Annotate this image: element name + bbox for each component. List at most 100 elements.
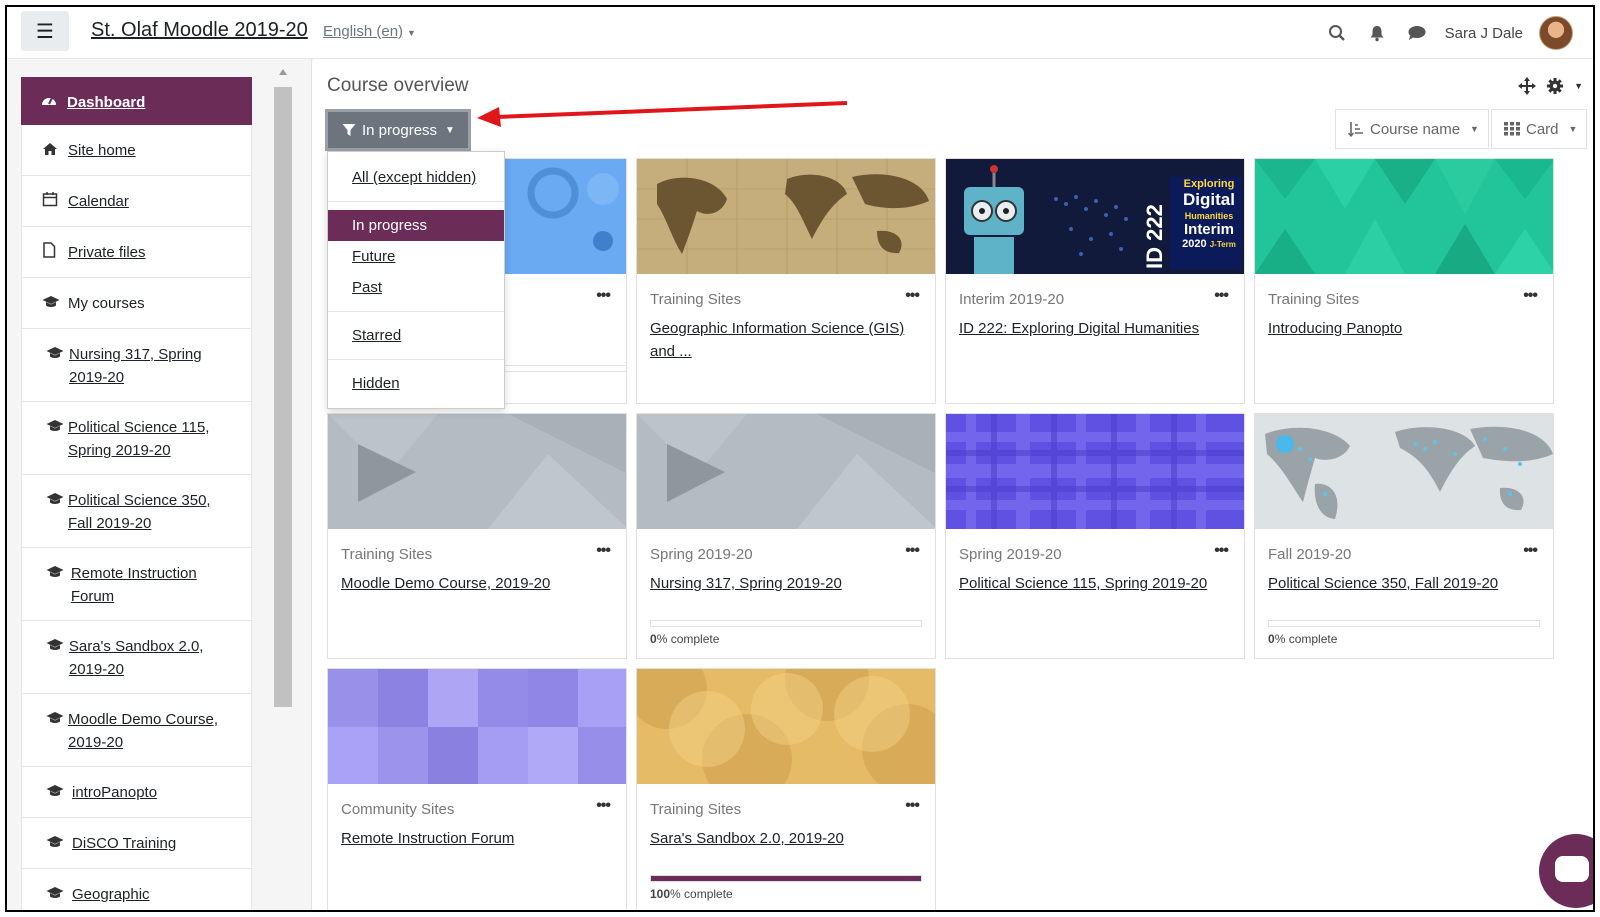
progress-percent: 0	[1268, 632, 1275, 646]
sidebar-scrollbar[interactable]	[273, 69, 293, 910]
course-category: Spring 2019-20	[959, 546, 1062, 563]
course-image	[328, 669, 626, 784]
graduation-cap-icon	[46, 416, 64, 440]
sort-button[interactable]: Course name ▼	[1335, 109, 1489, 149]
search-icon[interactable]	[1325, 21, 1349, 45]
course-card[interactable]: Training Sites ••• Sara's Sandbox 2.0, 2…	[636, 668, 936, 910]
scrollbar-thumb[interactable]	[274, 87, 292, 707]
sidebar-course-polisci-115[interactable]: Political Science 115, Spring 2019-20	[21, 402, 252, 475]
sidebar-course-geographic[interactable]: Geographic	[21, 869, 252, 910]
filter-label: In progress	[362, 121, 438, 139]
language-menu[interactable]: English (en) ▼	[323, 23, 416, 40]
calendar-icon	[42, 190, 64, 214]
dropdown-item-starred[interactable]: Starred	[328, 320, 504, 351]
course-card[interactable]: Spring 2019-20 ••• Nursing 317, Spring 2…	[636, 413, 936, 659]
sidebar-course-nursing-317[interactable]: Nursing 317, Spring 2019-20	[21, 329, 252, 402]
sidebar-course-remote-instruction[interactable]: Remote Instruction Forum	[21, 548, 252, 621]
course-image	[328, 414, 626, 529]
home-icon	[42, 139, 64, 163]
card-menu-icon[interactable]: •••	[905, 797, 920, 815]
course-name-link[interactable]: Sara's Sandbox 2.0, 2019-20	[650, 827, 920, 850]
sidebar-item-calendar[interactable]: Calendar	[21, 176, 252, 227]
card-menu-icon[interactable]: •••	[1523, 542, 1538, 560]
file-icon	[42, 241, 64, 265]
progress-bar	[1268, 620, 1540, 627]
card-menu-icon[interactable]: •••	[596, 797, 611, 815]
dropdown-item-in-progress[interactable]: In progress	[328, 210, 504, 241]
navbar-right: Sara J Dale	[1325, 13, 1573, 53]
course-name-link[interactable]: Political Science 350, Fall 2019-20	[1268, 572, 1538, 595]
sidebar-item-label: My courses	[68, 295, 145, 312]
view-mode-button[interactable]: Card ▼	[1491, 109, 1587, 149]
graduation-cap-icon	[46, 708, 64, 732]
card-menu-icon[interactable]: •••	[1523, 287, 1538, 305]
sidebar-item-label: DiSCO Training	[72, 835, 177, 852]
dropdown-item-future[interactable]: Future	[328, 241, 504, 272]
course-category: Training Sites	[341, 546, 433, 563]
grouping-dropdown-menu: All (except hidden) In progress Future P…	[327, 151, 505, 409]
card-menu-icon[interactable]: •••	[1214, 542, 1229, 560]
sidebar-course-moodle-demo[interactable]: Moodle Demo Course, 2019-20	[21, 694, 252, 767]
id222-title-text: Exploring Digital Humanities Interim 202…	[1174, 177, 1244, 252]
course-card[interactable]: ID 222 Exploring Digital Humanities Inte…	[945, 158, 1245, 404]
sidebar-item-label: Remote Instruction Forum	[70, 565, 197, 605]
progress-bar	[650, 875, 922, 882]
course-name-link[interactable]: Introducing Panopto	[1268, 317, 1538, 340]
chat-widget-button[interactable]	[1539, 834, 1593, 908]
chevron-down-icon: ▼	[1470, 124, 1479, 134]
course-card[interactable]: Fall 2019-20 ••• Political Science 350, …	[1254, 413, 1554, 659]
course-card[interactable]: Training Sites ••• Geographic Informatio…	[636, 158, 936, 404]
grouping-filter-button[interactable]: In progress ▼	[325, 109, 471, 151]
course-name-link[interactable]: Moodle Demo Course, 2019-20	[341, 572, 611, 595]
site-title-link[interactable]: St. Olaf Moodle 2019-20	[91, 19, 308, 42]
course-name-link[interactable]: Political Science 115, Spring 2019-20	[959, 572, 1229, 595]
scroll-up-arrow-icon[interactable]	[279, 69, 287, 75]
sidebar-item-label: Geographic	[72, 886, 150, 903]
card-menu-icon[interactable]: •••	[905, 542, 920, 560]
course-name-link[interactable]: ID 222: Exploring Digital Humanities	[959, 317, 1229, 340]
dropdown-item-all[interactable]: All (except hidden)	[328, 162, 504, 193]
move-icon[interactable]	[1518, 77, 1537, 100]
course-name-link[interactable]: Nursing 317, Spring 2019-20	[650, 572, 920, 595]
card-menu-icon[interactable]: •••	[596, 542, 611, 560]
course-card[interactable]: Training Sites ••• Moodle Demo Course, 2…	[327, 413, 627, 659]
sidebar-course-sandbox[interactable]: Sara's Sandbox 2.0, 2019-20	[21, 621, 252, 694]
course-name-link[interactable]: Geographic Information Science (GIS) and…	[650, 317, 920, 363]
course-card[interactable]: Training Sites ••• Introducing Panopto	[1254, 158, 1554, 404]
card-menu-icon[interactable]: •••	[1214, 287, 1229, 305]
avatar[interactable]	[1539, 16, 1573, 50]
sidebar-item-dashboard[interactable]: Dashboard	[21, 77, 252, 125]
sidebar-item-site-home[interactable]: Site home	[21, 125, 252, 176]
graduation-cap-icon	[46, 883, 68, 907]
sidebar-course-polisci-350[interactable]: Political Science 350, Fall 2019-20	[21, 475, 252, 548]
course-image	[637, 159, 935, 274]
sidebar-item-my-courses[interactable]: My courses	[21, 278, 252, 329]
id222-text-interim: Interim	[1183, 221, 1234, 238]
course-card[interactable]: Community Sites ••• Remote Instruction F…	[327, 668, 627, 910]
dropdown-item-past[interactable]: Past	[328, 272, 504, 303]
sidebar-course-disco[interactable]: DiSCO Training	[21, 818, 252, 869]
chat-bubble-icon[interactable]	[1405, 21, 1429, 45]
nav-drawer: Dashboard Site home Calendar Private fil…	[7, 59, 312, 910]
user-name[interactable]: Sara J Dale	[1445, 25, 1523, 42]
dropdown-item-hidden[interactable]: Hidden	[328, 368, 504, 399]
course-name-link[interactable]: Remote Instruction Forum	[341, 827, 611, 850]
dropdown-divider	[328, 359, 504, 360]
course-card[interactable]: Spring 2019-20 ••• Political Science 115…	[945, 413, 1245, 659]
course-image	[637, 414, 935, 529]
course-image	[946, 414, 1244, 529]
card-menu-icon[interactable]: •••	[596, 287, 611, 305]
sidebar-list: Dashboard Site home Calendar Private fil…	[21, 77, 252, 910]
bell-icon[interactable]	[1365, 21, 1389, 45]
id222-text-year: 2020	[1182, 238, 1207, 250]
card-menu-icon[interactable]: •••	[905, 287, 920, 305]
sidebar-item-private-files[interactable]: Private files	[21, 227, 252, 278]
hamburger-icon[interactable]: ☰	[21, 11, 69, 51]
chevron-down-icon: ▼	[1568, 124, 1578, 134]
sidebar-course-intropanopto[interactable]: introPanopto	[21, 767, 252, 818]
chat-icon	[1555, 856, 1589, 882]
progress-label: 0% complete	[650, 632, 719, 646]
browser-frame: ☰ St. Olaf Moodle 2019-20 English (en) ▼ …	[5, 5, 1595, 912]
gear-icon[interactable]	[1546, 77, 1564, 100]
chevron-down-icon[interactable]: ▼	[1574, 77, 1583, 100]
